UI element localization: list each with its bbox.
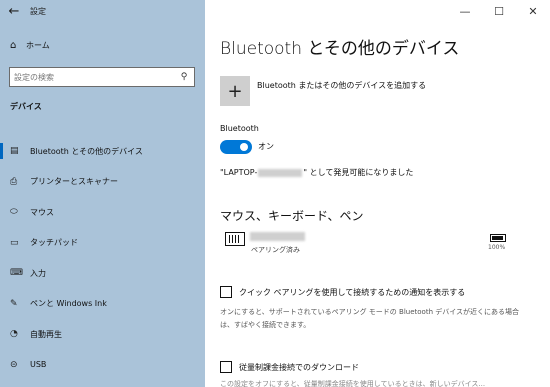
bluetooth-toggle[interactable] xyxy=(220,140,252,154)
redacted-device-name xyxy=(250,232,305,241)
sidebar-item-autoplay[interactable]: ◔ 自動再生 xyxy=(0,319,205,350)
settings-window: ← 設定 ⌂ ホーム ⚲ デバイス ▤ Bluetooth とその他のデバイス … xyxy=(0,0,550,387)
discoverable-status: "LAPTOP- " として発見可能になりました xyxy=(220,167,413,178)
home-link[interactable]: ⌂ ホーム xyxy=(10,40,50,51)
main-content: — ☐ ✕ Bluetooth とその他のデバイス + Bluetooth また… xyxy=(205,0,550,387)
home-icon: ⌂ xyxy=(10,40,17,51)
battery-level: 100% xyxy=(488,244,506,251)
sidebar-item-bluetooth[interactable]: ▤ Bluetooth とその他のデバイス xyxy=(0,136,205,167)
swift-pair-label: クイック ペアリングを使用して接続するための通知を表示する xyxy=(239,287,466,297)
search-icon[interactable]: ⚲ xyxy=(174,72,194,82)
back-arrow-icon[interactable]: ← xyxy=(0,0,28,22)
keyboard-mouse-icon xyxy=(225,232,245,246)
page-title: Bluetooth とその他のデバイス xyxy=(220,39,460,59)
swift-pair-option[interactable]: クイック ペアリングを使用して接続するための通知を表示する xyxy=(220,286,465,298)
metered-download-label: 従量制課金接続でのダウンロード xyxy=(239,362,359,372)
discoverable-suffix: " として発見可能になりました xyxy=(303,168,414,177)
pen-icon: ✎ xyxy=(10,298,18,309)
metered-download-checkbox[interactable] xyxy=(220,361,232,373)
sidebar-section-title: デバイス xyxy=(10,102,42,111)
bluetooth-label: Bluetooth xyxy=(220,124,259,133)
discoverable-prefix: "LAPTOP- xyxy=(220,168,258,177)
autoplay-icon: ◔ xyxy=(10,329,18,340)
sidebar-item-label: 自動再生 xyxy=(30,329,62,339)
sidebar-item-touchpad[interactable]: ▭ タッチパッド xyxy=(0,228,205,259)
sidebar-item-label: タッチパッド xyxy=(30,238,78,248)
device-status: ペアリング済み xyxy=(251,246,300,254)
paired-device[interactable]: ペアリング済み 100% xyxy=(220,230,520,256)
title-bar: ← 設定 xyxy=(0,0,205,22)
sidebar: ← 設定 ⌂ ホーム ⚲ デバイス ▤ Bluetooth とその他のデバイス … xyxy=(0,0,205,387)
keyboard-icon: ⌨ xyxy=(10,268,23,279)
search-box[interactable]: ⚲ xyxy=(9,67,195,87)
sidebar-item-label: 入力 xyxy=(30,268,46,278)
bluetooth-devices-icon: ▤ xyxy=(10,146,19,157)
sidebar-item-label: プリンターとスキャナー xyxy=(30,177,118,187)
sidebar-item-label: マウス xyxy=(30,207,54,217)
sidebar-item-label: ペンと Windows Ink xyxy=(30,299,107,309)
metered-download-description: この設定をオフにすると、従量制課金接続を使用しているときは、新しいデバイス... xyxy=(220,380,486,387)
window-controls: — ☐ ✕ xyxy=(448,0,550,22)
search-input[interactable] xyxy=(10,68,174,86)
sidebar-item-printers[interactable]: ⎙ プリンターとスキャナー xyxy=(0,167,205,198)
sidebar-item-input[interactable]: ⌨ 入力 xyxy=(0,258,205,289)
bluetooth-toggle-state: オン xyxy=(258,142,274,151)
devices-section-title: マウス、キーボード、ペン xyxy=(220,209,364,223)
sidebar-item-mouse[interactable]: ⬭ マウス xyxy=(0,197,205,228)
add-device-button[interactable]: + Bluetooth またはその他のデバイスを追加する xyxy=(220,76,426,106)
close-icon[interactable]: ✕ xyxy=(516,0,550,22)
swift-pair-description: オンにすると、サポートされているペアリング モードの Bluetooth デバイ… xyxy=(220,308,520,329)
printer-icon: ⎙ xyxy=(10,176,18,187)
sidebar-item-pen[interactable]: ✎ ペンと Windows Ink xyxy=(0,289,205,320)
minimize-icon[interactable]: — xyxy=(448,0,482,22)
sidebar-item-label: USB xyxy=(30,360,47,370)
plus-icon: + xyxy=(220,76,250,106)
touchpad-icon: ▭ xyxy=(10,237,19,248)
battery-icon xyxy=(490,234,506,242)
mouse-icon: ⬭ xyxy=(10,207,18,218)
add-device-label: Bluetooth またはその他のデバイスを追加する xyxy=(257,80,427,90)
usb-icon: ⊝ xyxy=(10,359,18,370)
metered-download-option[interactable]: 従量制課金接続でのダウンロード xyxy=(220,361,359,373)
sidebar-item-label: Bluetooth とその他のデバイス xyxy=(30,146,143,156)
redacted-device-name xyxy=(258,168,303,177)
swift-pair-checkbox[interactable] xyxy=(220,286,232,298)
sidebar-nav: ▤ Bluetooth とその他のデバイス ⎙ プリンターとスキャナー ⬭ マウ… xyxy=(0,136,205,380)
sidebar-item-usb[interactable]: ⊝ USB xyxy=(0,350,205,381)
maximize-icon[interactable]: ☐ xyxy=(482,0,516,22)
window-title: 設定 xyxy=(30,6,46,16)
home-label: ホーム xyxy=(26,41,50,50)
